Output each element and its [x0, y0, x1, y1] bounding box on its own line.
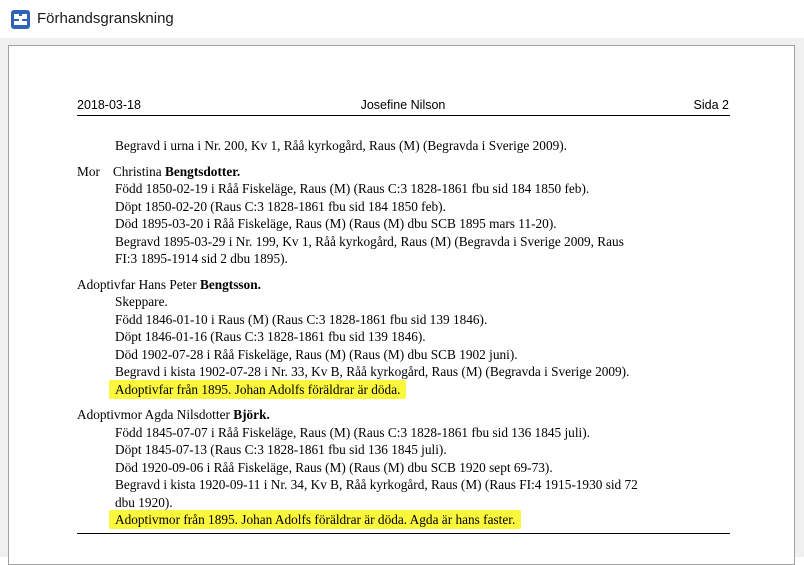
text-line: Skeppare.: [115, 294, 168, 309]
text-line: Född 1846-01-10 i Raus (M) (Raus C:3 182…: [115, 311, 488, 327]
highlight-mark: Adoptivmor från 1895. Johan Adolfs föräl…: [109, 510, 522, 529]
person-heading-mother: Mor Christina Bengtsdotter.: [77, 163, 732, 181]
person-heading-adoptive-mother: Adoptivmor Agda Nilsdotter Björk.: [77, 406, 732, 424]
text-line: Döpt 1846-01-16 (Raus C:3 1828-1861 fbu …: [115, 329, 426, 344]
text-line: Född 1845-07-07 i Råå Fiskeläge, Raus (M…: [115, 424, 590, 440]
highlight-mark: Adoptivfar från 1895. Johan Adolfs föräl…: [109, 379, 407, 399]
relation-label: Mor: [77, 163, 100, 179]
text-line: Begravd i kista 1920-09-11 i Nr. 34, Kv …: [115, 477, 638, 492]
text-line: Döpt 1850-02-20 (Raus C:3 1828-1861 fbu …: [115, 198, 446, 214]
text-line: Begravd i kista 1902-07-28 i Nr. 33, Kv …: [115, 364, 630, 379]
person-surname: Bengtsson.: [199, 276, 261, 292]
text-line: Död 1920-09-06 i Råå Fiskeläge, Raus (M)…: [115, 459, 553, 475]
document-body: Begravd i urna i Nr. 200, Kv 1, Råå kyrk…: [77, 137, 732, 529]
person-label: Adoptivmor Agda Nilsdotter: [77, 407, 230, 422]
text-line: Född 1850-02-19 i Råå Fiskeläge, Raus (M…: [115, 181, 590, 196]
highlighted-note-line: Adoptivfar från 1895. Johan Adolfs föräl…: [77, 379, 732, 399]
person-surname: Bengtsdotter.: [165, 163, 241, 179]
text-line: Döpt 1845-07-13 (Raus C:3 1828-1861 fbu …: [115, 442, 447, 457]
preview-app-icon: [11, 10, 30, 29]
text-line: FI:3 1895-1914 sid 2 dbu 1895).: [115, 251, 288, 266]
person-label: Adoptivfar Hans Peter: [77, 276, 197, 292]
header-page-number: Sida 2: [693, 98, 729, 112]
text-line: Död 1902-07-28 i Råå Fiskeläge, Raus (M)…: [115, 346, 518, 362]
text-line: Begravd 1895-03-29 i Nr. 199, Kv 1, Råå …: [115, 233, 624, 249]
text-line: dbu 1920).: [115, 494, 173, 510]
title-bar: Förhandsgranskning: [0, 0, 804, 38]
text-line: Död 1895-03-20 i Råå Fiskeläge, Raus (M)…: [115, 216, 557, 231]
text-line: Begravd i urna i Nr. 200, Kv 1, Råå kyrk…: [115, 138, 567, 153]
header-author: Josefine Nilson: [360, 98, 446, 112]
header-divider: [77, 115, 730, 116]
page-header: 2018-03-18 Josefine Nilson Sida 2: [77, 98, 729, 114]
person-given-name: Christina: [112, 163, 162, 179]
person-surname: Björk.: [233, 407, 270, 422]
window-title: Förhandsgranskning: [37, 10, 174, 27]
person-heading-adoptive-father: Adoptivfar Hans Peter Bengtsson.: [77, 276, 732, 294]
footer-divider: [77, 533, 730, 534]
highlighted-note-line: Adoptivmor från 1895. Johan Adolfs föräl…: [77, 510, 732, 529]
